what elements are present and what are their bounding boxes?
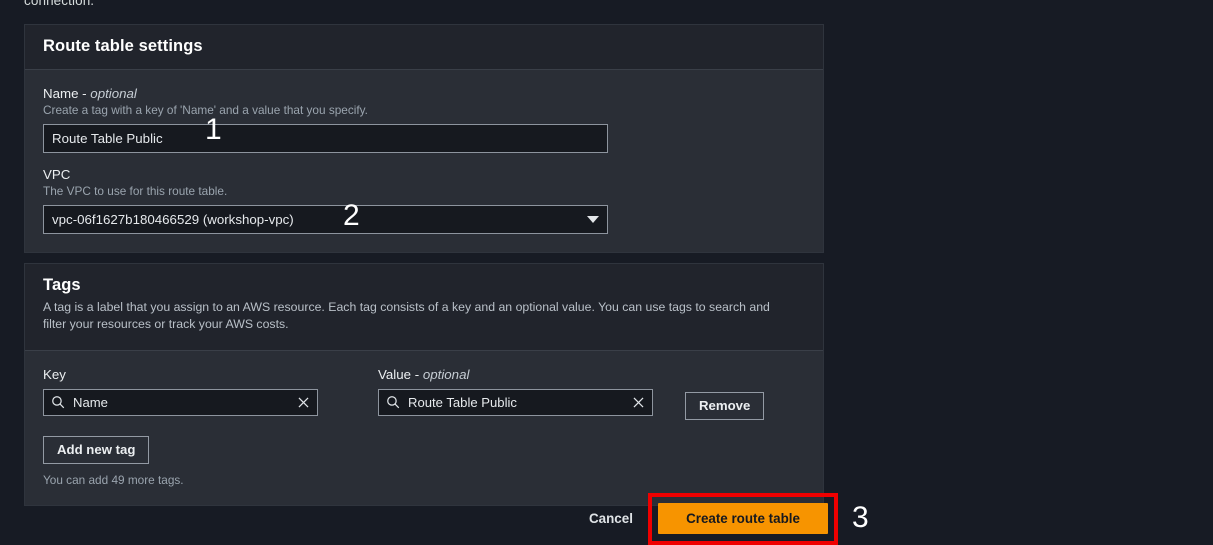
tag-remove-column: Remove (685, 367, 765, 420)
tag-value-input[interactable]: Route Table Public (378, 388, 653, 416)
more-tags-hint: You can add 49 more tags. (43, 472, 184, 487)
panel-title: Route table settings (43, 37, 203, 55)
route-table-settings-body: Name - optional Create a tag with a key … (25, 70, 823, 252)
annotation-number-3: 3 (852, 501, 869, 534)
name-field-label-text: Name - (43, 86, 91, 101)
tags-description: A tag is a label that you assign to an A… (43, 300, 770, 332)
tag-key-input[interactable]: Name (43, 388, 318, 416)
name-field-group: Name - optional Create a tag with a key … (43, 86, 805, 153)
close-icon[interactable] (297, 396, 310, 409)
tag-value-column-label-text: Value - (378, 366, 423, 382)
page-background: connection. Route table settings Name - … (0, 0, 1213, 545)
tag-row: Key Name Value - optional Route Table Pu… (43, 367, 805, 420)
vpc-field-label: VPC (43, 167, 71, 182)
remove-tag-button[interactable]: Remove (685, 391, 765, 420)
cancel-button[interactable]: Cancel (589, 511, 633, 526)
tag-key-value: Name (73, 394, 108, 410)
tag-key-column-label: Key (43, 366, 66, 382)
close-icon[interactable] (632, 396, 645, 409)
tag-value-value: Route Table Public (408, 394, 517, 410)
route-table-settings-header: Route table settings (25, 25, 823, 70)
add-new-tag-button[interactable]: Add new tag (43, 435, 150, 464)
name-input[interactable]: Route Table Public (43, 124, 608, 153)
search-icon (387, 396, 400, 409)
add-new-tag-wrapper: Add new tag (43, 435, 805, 464)
tag-value-column: Value - optional Route Table Public (378, 367, 668, 416)
tag-value-column-optional-text: optional (422, 366, 470, 382)
tags-body: Key Name Value - optional Route Table Pu… (25, 350, 823, 505)
tags-header: Tags A tag is a label that you assign to… (25, 264, 823, 351)
cutoff-paragraph-text: connection. (24, 0, 95, 8)
name-field-optional-text: optional (90, 86, 137, 101)
annotation-number-2: 2 (343, 199, 360, 232)
name-field-hint: Create a tag with a key of 'Name' and a … (43, 103, 368, 117)
chevron-down-icon (587, 216, 599, 223)
create-route-table-button[interactable]: Create route table (658, 503, 828, 534)
vpc-select[interactable]: vpc-06f1627b180466529 (workshop-vpc) (43, 205, 608, 234)
tags-panel: Tags A tag is a label that you assign to… (24, 263, 824, 506)
tag-value-column-label: Value - optional (378, 367, 668, 382)
tags-title: Tags (43, 276, 81, 294)
vpc-field-hint: The VPC to use for this route table. (43, 184, 228, 198)
annotation-number-1: 1 (205, 113, 222, 146)
tag-key-column: Key Name (43, 367, 333, 416)
vpc-field-group: VPC The VPC to use for this route table.… (43, 167, 805, 234)
route-table-settings-panel: Route table settings Name - optional Cre… (24, 24, 824, 253)
name-field-label: Name - optional (43, 86, 805, 101)
search-icon (52, 396, 65, 409)
vpc-select-value: vpc-06f1627b180466529 (workshop-vpc) (52, 212, 294, 227)
name-input-value: Route Table Public (52, 131, 163, 146)
